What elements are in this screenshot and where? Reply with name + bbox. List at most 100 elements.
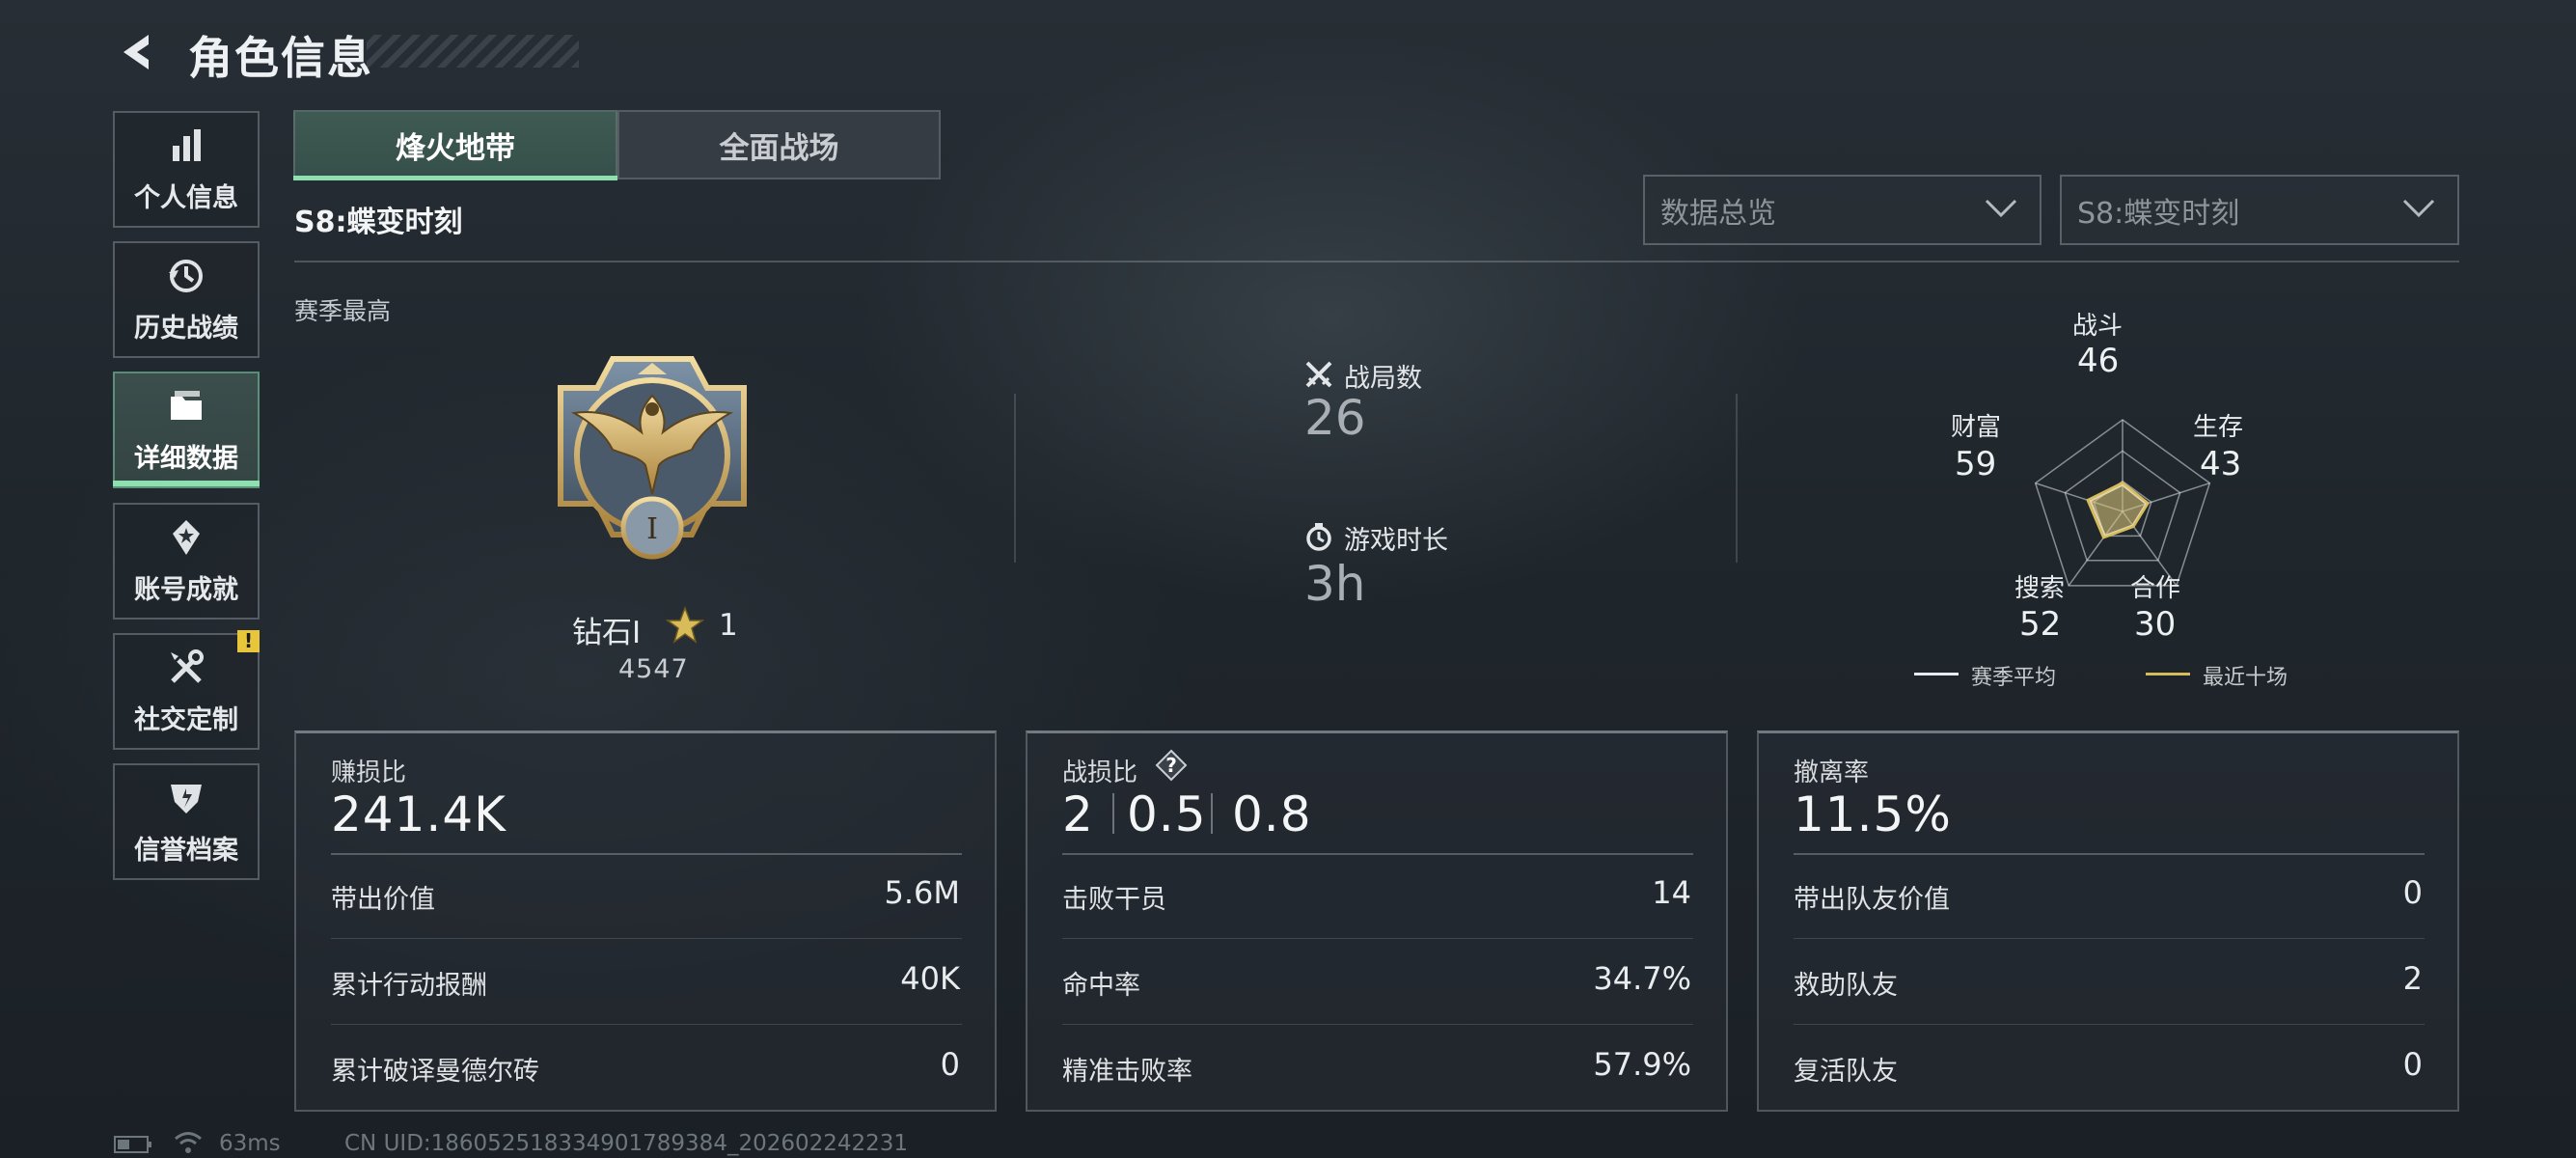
chevron-down-icon <box>1985 199 2017 218</box>
tab-active-indicator <box>293 176 617 180</box>
season-dropdown[interactable]: S8:蝶变时刻 <box>2060 175 2459 245</box>
sidebar-item-detailed-data[interactable]: 详细数据 <box>113 372 260 488</box>
row-divider <box>1794 1024 2425 1025</box>
card-title: 撤离率 <box>1794 758 1870 787</box>
radar-label-wealth: 财富 <box>1951 413 2002 442</box>
page-title: 角色信息 <box>188 32 373 84</box>
back-arrow-icon[interactable] <box>114 29 160 75</box>
history-icon <box>169 260 203 292</box>
row-value: 34.7% <box>1593 960 1691 997</box>
folder-icon <box>171 391 202 420</box>
card-main-value: 11.5% <box>1794 786 1952 842</box>
row-label: 击败干员 <box>1062 885 1166 915</box>
rank-score: 4547 <box>618 654 689 684</box>
row-label: 带出价值 <box>331 885 435 915</box>
ratio-value-2: 0.5 <box>1127 786 1207 842</box>
sidebar-item-achievements[interactable]: 账号成就 <box>113 503 260 620</box>
radar-value-search: 52 <box>2019 605 2062 644</box>
credit-shield-icon <box>171 785 202 813</box>
row-divider <box>1794 938 2425 939</box>
row-label: 复活队友 <box>1794 1057 1898 1087</box>
section-divider <box>294 261 2459 262</box>
card-divider <box>1794 853 2425 855</box>
row-label: 带出队友价值 <box>1794 885 1950 915</box>
sidebar-item-credit-record[interactable]: 信誉档案 <box>113 763 260 880</box>
row-value: 14 <box>1652 874 1691 911</box>
card-main-value: 241.4K <box>331 786 507 842</box>
active-indicator <box>113 481 260 486</box>
card-title: 战损比 <box>1062 758 1138 787</box>
radar-value-combat: 46 <box>2077 342 2120 380</box>
user-uid: CN UID:186052518334901789384_20260224223… <box>344 1131 909 1156</box>
rank-star-count: 1 <box>719 608 738 643</box>
svg-text:I: I <box>646 512 658 546</box>
rank-medal-icon: I <box>558 356 747 560</box>
radar-series-recent-ten <box>2086 481 2151 539</box>
sidebar-item-label: 信誉档案 <box>134 836 238 866</box>
row-value: 0 <box>940 1046 960 1083</box>
profit-loss-card: 赚损比 241.4K 带出价值 5.6M 累计行动报酬 40K 累计破译曼德尔砖… <box>294 731 997 1112</box>
matches-value: 26 <box>1304 390 1366 446</box>
tab-full-battlefield[interactable]: 全面战场 <box>617 110 941 179</box>
extraction-rate-card: 撤离率 11.5% 带出队友价值 0 救助队友 2 复活队友 0 <box>1757 731 2459 1112</box>
ratio-separator <box>1211 793 1213 834</box>
radar-label-survival: 生存 <box>2193 413 2244 442</box>
row-divider <box>1062 1024 1693 1025</box>
row-value: 40K <box>900 960 960 997</box>
row-label: 精准击败率 <box>1062 1057 1192 1087</box>
season-name: S8:蝶变时刻 <box>294 206 463 239</box>
category-dropdown[interactable]: 数据总览 <box>1643 175 2042 245</box>
legend-label-season-average: 赛季平均 <box>1971 666 2057 690</box>
ratio-separator <box>1112 793 1114 834</box>
sidebar-item-personal-info[interactable]: 个人信息 <box>113 111 260 228</box>
card-title: 赚损比 <box>331 758 407 787</box>
chevron-down-icon <box>2402 199 2435 218</box>
row-value: 0 <box>2402 1046 2423 1083</box>
radar-value-cooperation: 30 <box>2134 605 2177 644</box>
row-divider <box>331 1024 962 1025</box>
category-dropdown-value: 数据总览 <box>1660 196 1776 231</box>
legend-swatch-recent-ten <box>2146 673 2190 676</box>
sidebar-item-label: 账号成就 <box>134 575 238 605</box>
radar-value-wealth: 59 <box>1955 445 1997 483</box>
legend-swatch-season-average <box>1914 673 1959 676</box>
season-dropdown-value: S8:蝶变时刻 <box>2077 196 2240 231</box>
radar-value-survival: 43 <box>2200 445 2242 483</box>
sidebar-item-history[interactable]: 历史战绩 <box>113 241 260 358</box>
row-value: 0 <box>2402 874 2423 911</box>
achievement-icon <box>173 520 200 555</box>
title-decoration <box>367 35 579 68</box>
row-label: 救助队友 <box>1794 971 1898 1001</box>
radar-label-combat: 战斗 <box>2072 312 2124 341</box>
battery-icon <box>114 1136 151 1153</box>
ratio-value-3: 0.8 <box>1232 786 1312 842</box>
playtime-label: 游戏时长 <box>1344 526 1448 556</box>
column-divider <box>1736 394 1738 563</box>
row-value: 5.6M <box>884 874 961 911</box>
sidebar-item-label: 历史战绩 <box>134 314 238 344</box>
legend-label-recent-ten: 最近十场 <box>2203 666 2288 690</box>
row-value: 57.9% <box>1593 1046 1691 1083</box>
sidebar-item-label: 详细数据 <box>134 444 238 474</box>
season-best-label: 赛季最高 <box>294 297 392 325</box>
crossed-swords-icon <box>1305 361 1332 388</box>
radar-label-search: 搜索 <box>2014 574 2066 603</box>
column-divider <box>1014 394 1016 563</box>
tools-icon <box>171 649 204 683</box>
kill-death-card: 战损比 ? 2 0.5 0.8 击败干员 14 命中率 34.7% 精准击败率 … <box>1026 731 1728 1112</box>
rank-name: 钻石Ⅰ <box>572 616 642 650</box>
card-divider <box>331 853 962 855</box>
row-value: 2 <box>2402 960 2423 997</box>
ratio-value-1: 2 <box>1062 786 1094 842</box>
stopwatch-icon <box>1306 523 1331 551</box>
svg-text:?: ? <box>1165 754 1177 777</box>
row-divider <box>1062 938 1693 939</box>
playtime-value: 3h <box>1304 556 1366 612</box>
row-label: 累计行动报酬 <box>331 971 487 1001</box>
row-label: 命中率 <box>1062 971 1140 1001</box>
row-label: 累计破译曼德尔砖 <box>331 1057 539 1087</box>
tab-warzone[interactable]: 烽火地带 <box>293 110 617 179</box>
help-icon[interactable]: ? <box>1155 749 1188 782</box>
notification-badge: ! <box>237 630 260 652</box>
wifi-icon <box>175 1132 202 1153</box>
